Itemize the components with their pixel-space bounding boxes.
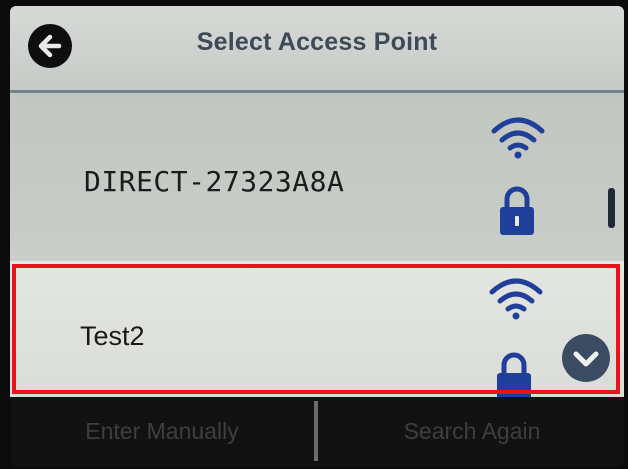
page-title: Select Access Point: [196, 28, 438, 56]
wifi-icon: [491, 117, 545, 159]
lock-icon: [500, 186, 534, 235]
scroll-down-button[interactable]: [562, 334, 610, 382]
header-bar: Select Access Point: [10, 6, 624, 90]
wifi-icon: [489, 278, 543, 320]
access-point-ssid: Test2: [80, 321, 145, 351]
lock-icon: [497, 352, 531, 397]
access-point-list[interactable]: DIRECT-27323A8A Test2: [10, 93, 624, 397]
access-point-item[interactable]: DIRECT-27323A8A: [10, 93, 624, 261]
footer-bar: Enter Manually Search Again: [10, 397, 624, 466]
enter-manually-button[interactable]: Enter Manually: [10, 397, 314, 466]
access-point-item-selected[interactable]: Test2: [10, 261, 624, 397]
access-point-ssid: DIRECT-27323A8A: [84, 165, 345, 198]
chevron-down-icon: [573, 351, 599, 367]
scrollbar[interactable]: [608, 188, 615, 228]
search-again-button[interactable]: Search Again: [320, 397, 624, 466]
printer-screen: Select Access Point DIRECT-27323A8A Test…: [10, 6, 624, 466]
footer-divider: [314, 401, 318, 461]
